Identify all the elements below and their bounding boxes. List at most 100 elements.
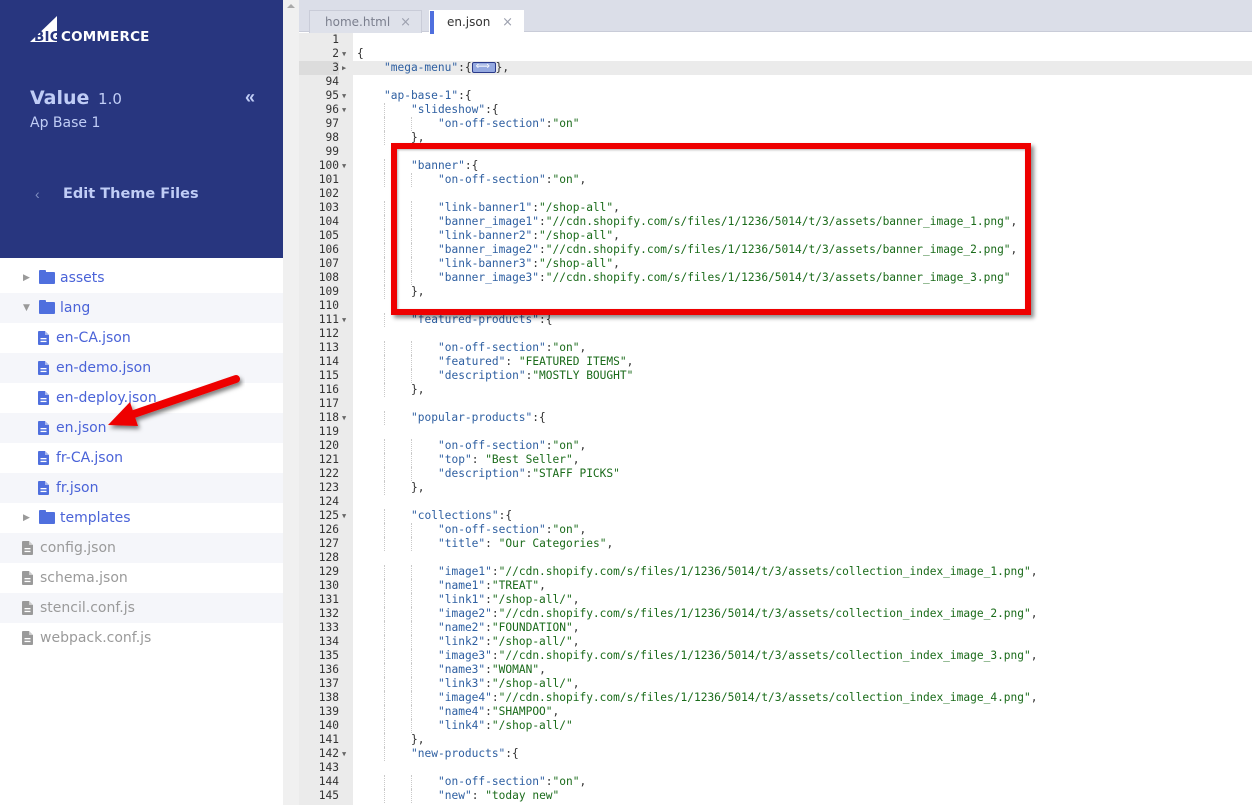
tree-file-en-json[interactable]: en.json (0, 413, 283, 443)
bigcommerce-logo[interactable]: BIGCOMMERCE (30, 15, 150, 45)
code-line[interactable]: 136 "name3":"WOMAN", (299, 663, 1252, 677)
indent-guide (384, 663, 385, 677)
code-line[interactable]: 128 (299, 551, 1252, 565)
code-line[interactable]: 123}, (299, 481, 1252, 495)
code-line[interactable]: 122 "description":"STAFF PICKS" (299, 467, 1252, 481)
code-line[interactable]: 135 "image3":"//cdn.shopify.com/s/files/1… (299, 649, 1252, 663)
line-number: 95 (325, 89, 339, 102)
tree-file-en-deploy-json[interactable]: en-deploy.json (0, 383, 283, 413)
code-line[interactable]: 117 (299, 397, 1252, 411)
tree-file-config-json[interactable]: config.json (0, 533, 283, 563)
code-line[interactable]: 119 (299, 425, 1252, 439)
fold-open-icon[interactable]: ▼ (342, 47, 350, 61)
line-number: 97 (325, 117, 339, 130)
code-line[interactable]: 105 "link-banner2":"/shop-all", (299, 229, 1252, 243)
code-line[interactable]: 107 "link-banner3":"/shop-all", (299, 257, 1252, 271)
edit-theme-files-title[interactable]: Edit Theme Files (63, 186, 199, 202)
code-line[interactable]: 95 ▼ "ap-base-1":{ (299, 89, 1252, 103)
code-line[interactable]: 137 "link3":"/shop-all/", (299, 677, 1252, 691)
code-line[interactable]: 132 "image2":"//cdn.shopify.com/s/files/1… (299, 607, 1252, 621)
caret-right-icon[interactable]: ▶ (23, 513, 35, 523)
code-line[interactable]: 3▶ "mega-menu":{}, (299, 60, 1252, 75)
code-line[interactable]: 144 "on-off-section":"on", (299, 775, 1252, 789)
code-line[interactable]: 112 (299, 327, 1252, 341)
tree-file-en-demo-json[interactable]: en-demo.json (0, 353, 283, 383)
caret-down-icon[interactable]: ▼ (23, 303, 35, 313)
close-tab-icon[interactable]: × (400, 15, 411, 30)
code-line[interactable]: 126 "on-off-section":"on", (299, 523, 1252, 537)
line-number: 129 (318, 565, 339, 578)
fold-open-icon[interactable]: ▼ (342, 509, 350, 523)
fold-closed-icon[interactable]: ▶ (342, 61, 350, 75)
code-line[interactable]: 111 ▼ "featured-products":{ (299, 313, 1252, 327)
caret-right-icon[interactable]: ▶ (23, 273, 35, 283)
code-line[interactable]: 115 "description":"MOSTLY BOUGHT" (299, 369, 1252, 383)
code-line[interactable]: 118 ▼ "popular-products":{ (299, 411, 1252, 425)
tree-file-en-CA-json[interactable]: en-CA.json (0, 323, 283, 353)
code-line[interactable]: 125 ▼ "collections":{ (299, 509, 1252, 523)
tree-folder-templates[interactable]: ▶ templates (0, 503, 283, 533)
code-line[interactable]: 120 "on-off-section":"on", (299, 439, 1252, 453)
code-line[interactable]: 98}, (299, 131, 1252, 145)
sidebar-scrollbar[interactable] (283, 0, 299, 805)
code-line[interactable]: 145 "new": "today new" (299, 789, 1252, 803)
code-line[interactable]: 96 ▼ "slideshow":{ (299, 103, 1252, 117)
code-line[interactable]: 104 "banner_image1":"//cdn.shopify.com/s/… (299, 215, 1252, 229)
tree-file-webpack-conf-js[interactable]: webpack.conf.js (0, 623, 283, 653)
code-line[interactable]: 114 "featured": "FEATURED ITEMS", (299, 355, 1252, 369)
fold-open-icon[interactable]: ▼ (342, 411, 350, 425)
code-line[interactable]: 2 ▼ { (299, 47, 1252, 61)
tree-file-fr-CA-json[interactable]: fr-CA.json (0, 443, 283, 473)
tab-home-html[interactable]: home.html × (309, 10, 422, 33)
code-line[interactable]: 116}, (299, 383, 1252, 397)
code-line[interactable]: 102 (299, 187, 1252, 201)
code-line[interactable]: 108 "banner_image3":"//cdn.shopify.com/s/… (299, 271, 1252, 285)
tree-folder-lang[interactable]: ▼ lang (0, 293, 283, 323)
code-line[interactable]: 94 (299, 75, 1252, 89)
code-line[interactable]: 129 "image1":"//cdn.shopify.com/s/files/1… (299, 565, 1252, 579)
tree-file-fr-json[interactable]: fr.json (0, 473, 283, 503)
collapse-sidebar-icon[interactable]: « (245, 87, 255, 108)
tree-file-stencil-conf-js[interactable]: stencil.conf.js (0, 593, 283, 623)
code-line[interactable]: 106 "banner_image2":"//cdn.shopify.com/s/… (299, 243, 1252, 257)
code-line[interactable]: 109}, (299, 285, 1252, 299)
tab-en-json[interactable]: en.json × (429, 10, 524, 34)
theme-version: 1.0 (98, 90, 122, 108)
code-line[interactable]: 124 (299, 495, 1252, 509)
code-line[interactable]: 127 "title": "Our Categories", (299, 537, 1252, 551)
back-chevron-icon[interactable]: ‹ (35, 186, 40, 202)
scroll-up-arrow-icon[interactable] (287, 4, 295, 8)
code-line[interactable]: 141}, (299, 733, 1252, 747)
code-line[interactable]: 1 (299, 33, 1252, 47)
code-line[interactable]: 110 (299, 299, 1252, 313)
code-line[interactable]: 143 (299, 761, 1252, 775)
code-line[interactable]: 103 "link-banner1":"/shop-all", (299, 201, 1252, 215)
code-line[interactable]: 142 ▼ "new-products":{ (299, 747, 1252, 761)
code-line[interactable]: 133 "name2":"FOUNDATION", (299, 621, 1252, 635)
code-line[interactable]: 99 (299, 145, 1252, 159)
code-line[interactable]: 140 "link4":"/shop-all/" (299, 719, 1252, 733)
fold-open-icon[interactable]: ▼ (342, 159, 350, 173)
fold-open-icon[interactable]: ▼ (342, 313, 350, 327)
code-area[interactable]: 12▼{3▶"mega-menu":{},9495▼"ap-base-1":{9… (299, 33, 1252, 805)
code-line[interactable]: 97 "on-off-section":"on" (299, 117, 1252, 131)
code-line[interactable]: 134 "link2":"/shop-all/", (299, 635, 1252, 649)
code-line[interactable]: 121 "top": "Best Seller", (299, 453, 1252, 467)
indent-guide (411, 173, 412, 187)
file-icon (22, 631, 33, 645)
indent-guide (411, 257, 412, 271)
code-line[interactable]: 131 "link1":"/shop-all/", (299, 593, 1252, 607)
code-line[interactable]: 139 "name4":"SHAMPOO", (299, 705, 1252, 719)
code-line[interactable]: 138 "image4":"//cdn.shopify.com/s/files/1… (299, 691, 1252, 705)
fold-open-icon[interactable]: ▼ (342, 103, 350, 117)
code-line[interactable]: 101 "on-off-section":"on", (299, 173, 1252, 187)
code-line[interactable]: 100 ▼ "banner":{ (299, 159, 1252, 173)
code-line[interactable]: 113 "on-off-section":"on", (299, 341, 1252, 355)
tree-file-schema-json[interactable]: schema.json (0, 563, 283, 593)
folded-code-widget-icon[interactable] (471, 60, 496, 74)
fold-open-icon[interactable]: ▼ (342, 89, 350, 103)
fold-open-icon[interactable]: ▼ (342, 747, 350, 761)
tree-folder-assets[interactable]: ▶ assets (0, 263, 283, 293)
code-line[interactable]: 130 "name1":"TREAT", (299, 579, 1252, 593)
close-tab-icon[interactable]: × (502, 15, 513, 30)
